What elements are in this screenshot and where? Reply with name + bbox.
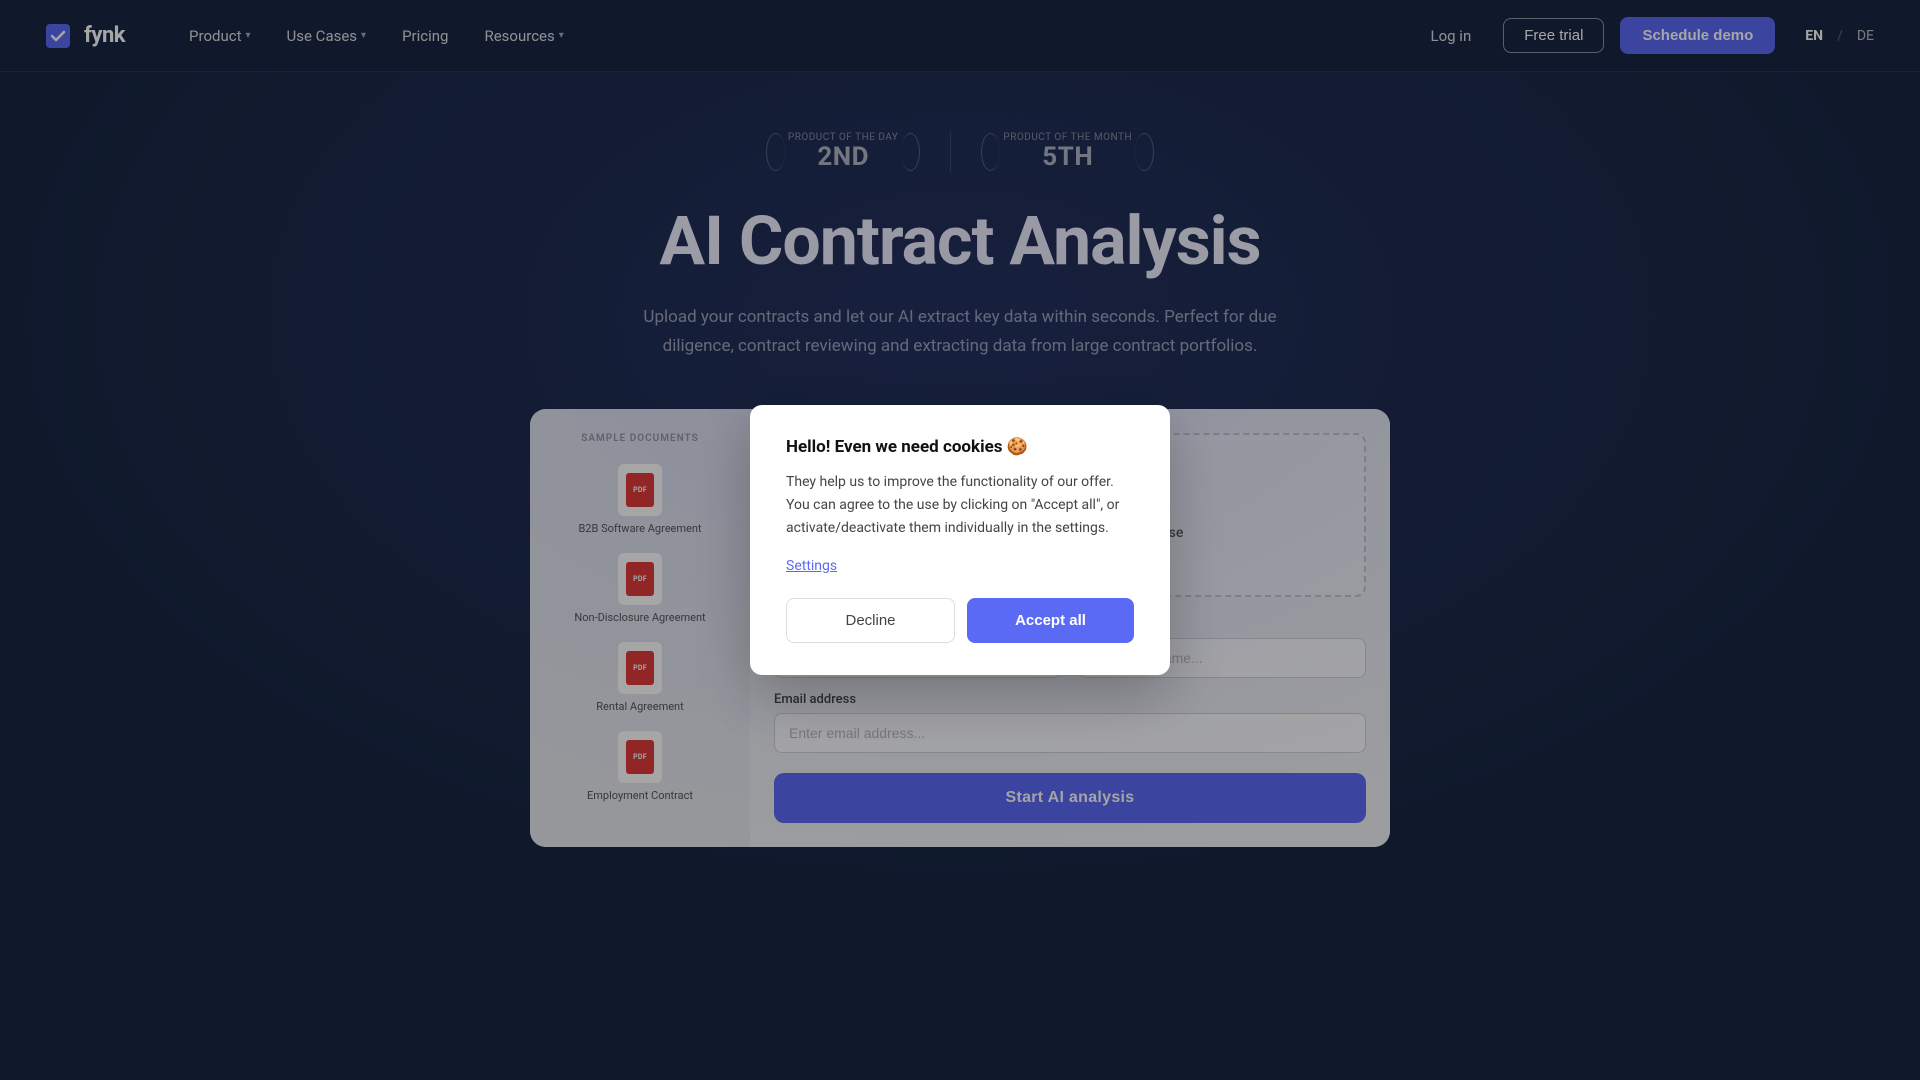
cookie-modal-overlay: Hello! Even we need cookies 🍪 They help … — [0, 0, 1920, 1080]
decline-button[interactable]: Decline — [786, 598, 955, 643]
cookie-buttons: Decline Accept all — [786, 598, 1134, 643]
cookie-title: Hello! Even we need cookies 🍪 — [786, 437, 1134, 457]
cookie-body: They help us to improve the functionalit… — [786, 471, 1134, 540]
cookie-modal: Hello! Even we need cookies 🍪 They help … — [750, 405, 1170, 675]
cookie-settings-link[interactable]: Settings — [786, 558, 1134, 574]
accept-all-button[interactable]: Accept all — [967, 598, 1134, 643]
